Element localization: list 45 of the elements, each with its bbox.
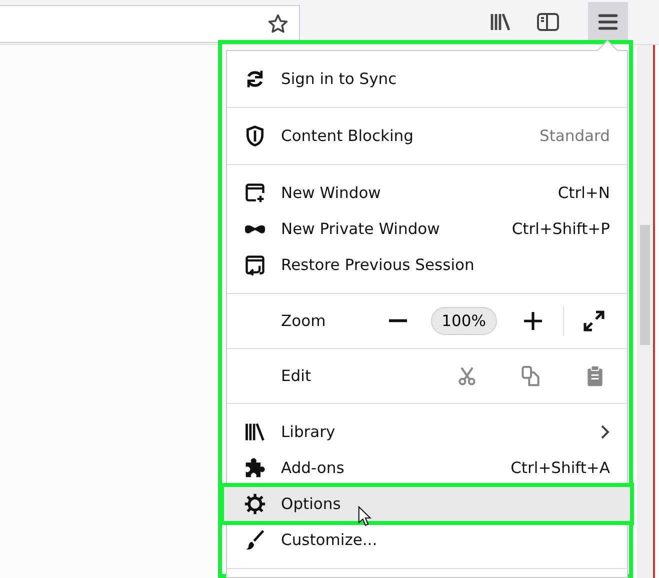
menu-item[interactable]: Options [223, 486, 631, 522]
gear-icon [244, 493, 266, 515]
zoom-reset-button[interactable]: 100% [430, 307, 497, 335]
shortcut-text: Ctrl+N [558, 184, 610, 202]
item-label: Library [281, 423, 336, 441]
item-label: Restore Previous Session [281, 256, 474, 274]
item-label: Add-ons [281, 459, 344, 477]
menu-item[interactable]: Restore Previous Session [227, 247, 627, 283]
item-label: Customize... [281, 531, 378, 549]
puzzle-icon [244, 457, 266, 479]
menu-item[interactable]: New Private Window Ctrl+Shift+P [227, 211, 627, 247]
shield-icon [244, 125, 266, 147]
address-field[interactable] [0, 5, 300, 43]
item-label: Content Blocking [281, 127, 414, 145]
item-label: Options [281, 495, 341, 513]
item-label: Sign in to Sync [281, 70, 397, 88]
scissors-icon [456, 365, 478, 387]
shortcut-text: Ctrl+Shift+A [510, 459, 610, 477]
new-window-icon [244, 182, 266, 204]
expand-icon [582, 309, 606, 333]
mask-icon [244, 225, 266, 234]
menu-icon [597, 11, 619, 33]
restore-icon [244, 254, 266, 276]
sidebar-icon[interactable] [536, 10, 560, 34]
plus-icon [523, 311, 543, 331]
edit-label: Edit [280, 367, 312, 385]
menu-item[interactable]: Sign in to Sync [227, 61, 627, 97]
status-text: Standard [539, 127, 610, 145]
menu-item[interactable]: Customize... [227, 522, 627, 558]
pointer-icon [358, 506, 372, 527]
menu-item[interactable]: Content Blocking Standard [227, 118, 627, 154]
shortcut-text: Ctrl+Shift+P [512, 220, 610, 238]
menu-item[interactable]: Library [227, 414, 627, 450]
item-label: New Private Window [281, 220, 440, 238]
zoom-label: Zoom [280, 312, 326, 330]
copy-icon [520, 365, 542, 387]
library-icon [244, 421, 266, 443]
menu-item[interactable]: Add-ons Ctrl+Shift+A [227, 450, 627, 486]
menu-button[interactable] [588, 2, 628, 42]
scrollbar[interactable] [637, 45, 655, 578]
brush-icon [244, 529, 266, 551]
item-label: New Window [281, 184, 381, 202]
minus-icon [388, 319, 407, 323]
menu-item[interactable]: New Window Ctrl+N [227, 175, 627, 211]
star-icon[interactable] [267, 13, 289, 35]
